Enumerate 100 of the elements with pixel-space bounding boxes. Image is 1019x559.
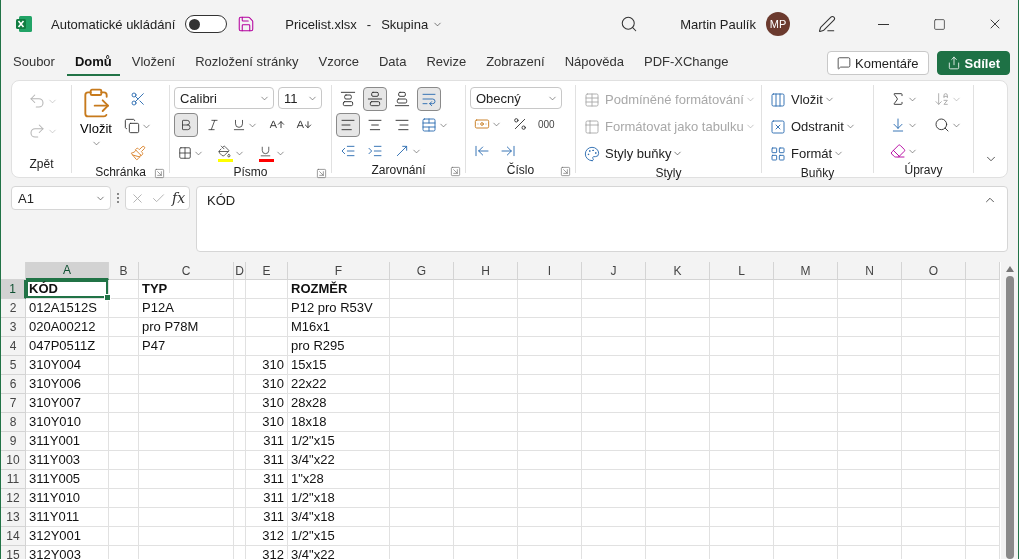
row-header[interactable]: 9 [1,432,26,451]
menu-tab[interactable]: Rozložení stránky [187,50,307,76]
font-name-dropdown[interactable]: Calibri [174,87,274,109]
empty-cell [518,375,582,394]
bold-button[interactable] [174,113,198,137]
row-header[interactable]: 3 [1,318,26,337]
insert-function-button[interactable]: fx [172,190,186,206]
empty-cell [234,299,246,318]
menu-tab[interactable]: Nápověda [556,50,632,76]
empty-cell [518,413,582,432]
empty-cell [838,356,902,375]
cells-menu-button[interactable]: Vložit [766,87,860,112]
empty-cell [518,470,582,489]
row-header[interactable]: 5 [1,356,26,375]
wrap-text-button[interactable] [417,87,441,111]
empty-cell [109,508,139,527]
menu-tab[interactable]: Vzorce [310,50,367,76]
row-header[interactable]: 10 [1,451,26,470]
cells-menu-button[interactable]: Odstranit [766,114,860,139]
styles-menu-button[interactable]: Styly buňky [580,141,760,166]
percent-icon [512,116,528,132]
column-header[interactable]: F [288,262,390,280]
row-header[interactable]: 1 [1,280,26,299]
middle-align-button[interactable] [363,87,387,111]
column-header[interactable]: H [454,262,518,280]
empty-cell [966,280,1000,299]
name-box[interactable]: A1 [11,186,111,210]
row-header[interactable]: 6 [1,375,26,394]
empty-cell [582,299,646,318]
empty-cell [246,280,288,299]
group-label: Úpravy [904,163,943,177]
column-header[interactable]: I [518,262,582,280]
number-format-dropdown[interactable]: Obecný [470,87,562,109]
row-header[interactable]: 12 [1,489,26,508]
column-header[interactable]: N [838,262,902,280]
column-header[interactable]: O [902,262,966,280]
row-header[interactable]: 7 [1,394,26,413]
empty-cell [838,375,902,394]
thousands-button[interactable]: 000 [534,112,559,136]
empty-cell [710,375,774,394]
menu-tab[interactable]: Soubor [5,50,63,76]
empty-cell [902,470,966,489]
row-header[interactable]: 8 [1,413,26,432]
empty-cell [109,413,139,432]
empty-cell [902,318,966,337]
font-color-icon [259,144,272,158]
column-header[interactable]: A [26,262,109,280]
empty-cell [454,432,518,451]
empty-cell [518,318,582,337]
column-header[interactable]: D [234,262,246,280]
empty-cell [582,356,646,375]
empty-cell [902,527,966,546]
empty-cell [646,375,710,394]
format-cells-icon [770,145,786,162]
autosave-toggle[interactable] [185,15,228,33]
table-cell: M16x1 [288,318,390,337]
menu-tab[interactable]: Revize [418,50,475,76]
paste-button[interactable]: Vložit [76,85,116,165]
empty-cell [234,375,246,394]
row-header[interactable]: 2 [1,299,26,318]
column-header[interactable]: M [774,262,838,280]
row-header[interactable]: 4 [1,337,26,356]
column-header[interactable]: E [246,262,288,280]
empty-cell [966,356,1000,375]
empty-cell [518,432,582,451]
menu-tab[interactable]: PDF-XChange [636,50,737,76]
empty-cell [582,527,646,546]
column-header[interactable]: K [646,262,710,280]
empty-cell [582,451,646,470]
empty-cell [710,318,774,337]
row-header[interactable]: 11 [1,470,26,489]
align-left-button[interactable] [336,113,360,137]
decrease-decimal-icon [500,143,516,159]
empty-cell [646,280,710,299]
empty-cell [390,470,454,489]
menu-tab[interactable]: Domů [66,50,120,76]
column-header[interactable]: C [139,262,234,280]
cells-menu-button[interactable]: Formát [766,141,860,166]
share-button[interactable]: Sdílet [936,51,1010,75]
user-avatar[interactable]: MP [766,12,790,36]
column-header[interactable]: B [109,262,139,280]
menu-tab[interactable]: Data [370,50,415,76]
column-header[interactable]: G [390,262,454,280]
empty-cell [966,470,1000,489]
column-header[interactable]: L [710,262,774,280]
menu-tab[interactable]: Vložení [123,50,184,76]
formula-input[interactable]: KÓD [196,186,1008,252]
font-size-dropdown[interactable]: 11 [278,87,322,109]
row-header[interactable]: 13 [1,508,26,527]
row-header[interactable]: 15 [1,546,26,559]
column-header[interactable]: J [582,262,646,280]
vertical-scrollbar[interactable] [1001,262,1018,559]
row-header[interactable]: 14 [1,527,26,546]
empty-cell [774,337,838,356]
empty-cell [646,451,710,470]
empty-cell [234,432,246,451]
menu-tab[interactable]: Zobrazení [478,50,553,76]
location-dropdown[interactable]: Skupina [381,16,444,32]
comments-button[interactable]: Komentáře [827,51,929,75]
table-cell: 1/2"x18 [288,489,390,508]
